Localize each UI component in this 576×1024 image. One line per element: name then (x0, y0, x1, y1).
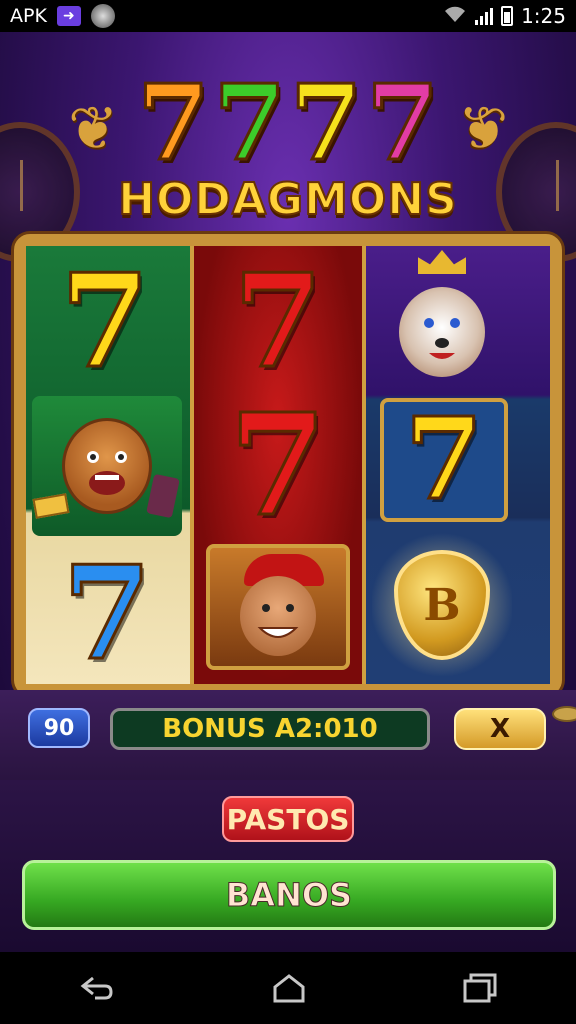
lion-icon (62, 418, 152, 514)
home-icon[interactable] (272, 973, 306, 1003)
gold-bar-icon (32, 493, 70, 519)
recent-apps-icon[interactable] (463, 973, 497, 1003)
signal-icon (475, 7, 494, 25)
carrier-label: APK (10, 5, 47, 27)
symbol-man-character (206, 544, 350, 670)
wolf-icon (399, 287, 485, 377)
bonus-b-icon: B (394, 550, 490, 660)
man-face-icon (240, 576, 316, 656)
coin-icon (552, 706, 576, 722)
logo-seven: 7 (212, 61, 287, 184)
crown-icon (418, 250, 466, 274)
wifi-icon (443, 4, 467, 28)
laurel-icon: ❦ (457, 94, 508, 164)
symbol-seven: 7 (61, 539, 153, 689)
logo-seven: 7 (288, 61, 363, 184)
symbol-lion-character (32, 396, 182, 536)
counter-badge[interactable]: 90 (28, 708, 90, 748)
phone-icon (146, 473, 180, 519)
reel-3: 7 B (366, 246, 550, 684)
reel-2: 7 7 (190, 246, 366, 684)
symbol-seven: 7 (380, 398, 508, 522)
laurel-icon: ❦ (68, 94, 119, 164)
pastos-button[interactable]: PASTOS (222, 796, 354, 842)
share-icon: ➜ (56, 6, 81, 26)
reels: 7 7 7 7 7 B (26, 246, 550, 684)
app-icon (90, 4, 115, 28)
status-bar: APK ➜ 1:25 (0, 0, 576, 32)
symbol-seven: 7 (232, 247, 324, 397)
clock: 1:25 (521, 4, 566, 28)
battery-icon (501, 6, 514, 26)
symbol-seven: 7 (228, 384, 328, 548)
symbol-wolf-king-character (372, 248, 512, 394)
logo-sevens: 7 7 7 7 (80, 61, 496, 184)
logo-seven: 7 (365, 61, 440, 184)
symbol-seven: 7 (59, 247, 151, 397)
bonus-display: BONUS A2:010 (110, 708, 430, 750)
reel-frame: 7 7 7 7 7 B (14, 234, 562, 696)
symbol-bonus-badge: B (372, 530, 512, 680)
logo-seven: 7 (136, 61, 211, 184)
game-title: HODAGMONS (117, 173, 458, 226)
back-icon[interactable] (79, 974, 115, 1002)
navigation-bar (0, 952, 576, 1024)
reel-1: 7 7 (26, 246, 190, 684)
banos-button[interactable]: BANOS (22, 860, 556, 930)
close-button[interactable]: X (454, 708, 546, 750)
